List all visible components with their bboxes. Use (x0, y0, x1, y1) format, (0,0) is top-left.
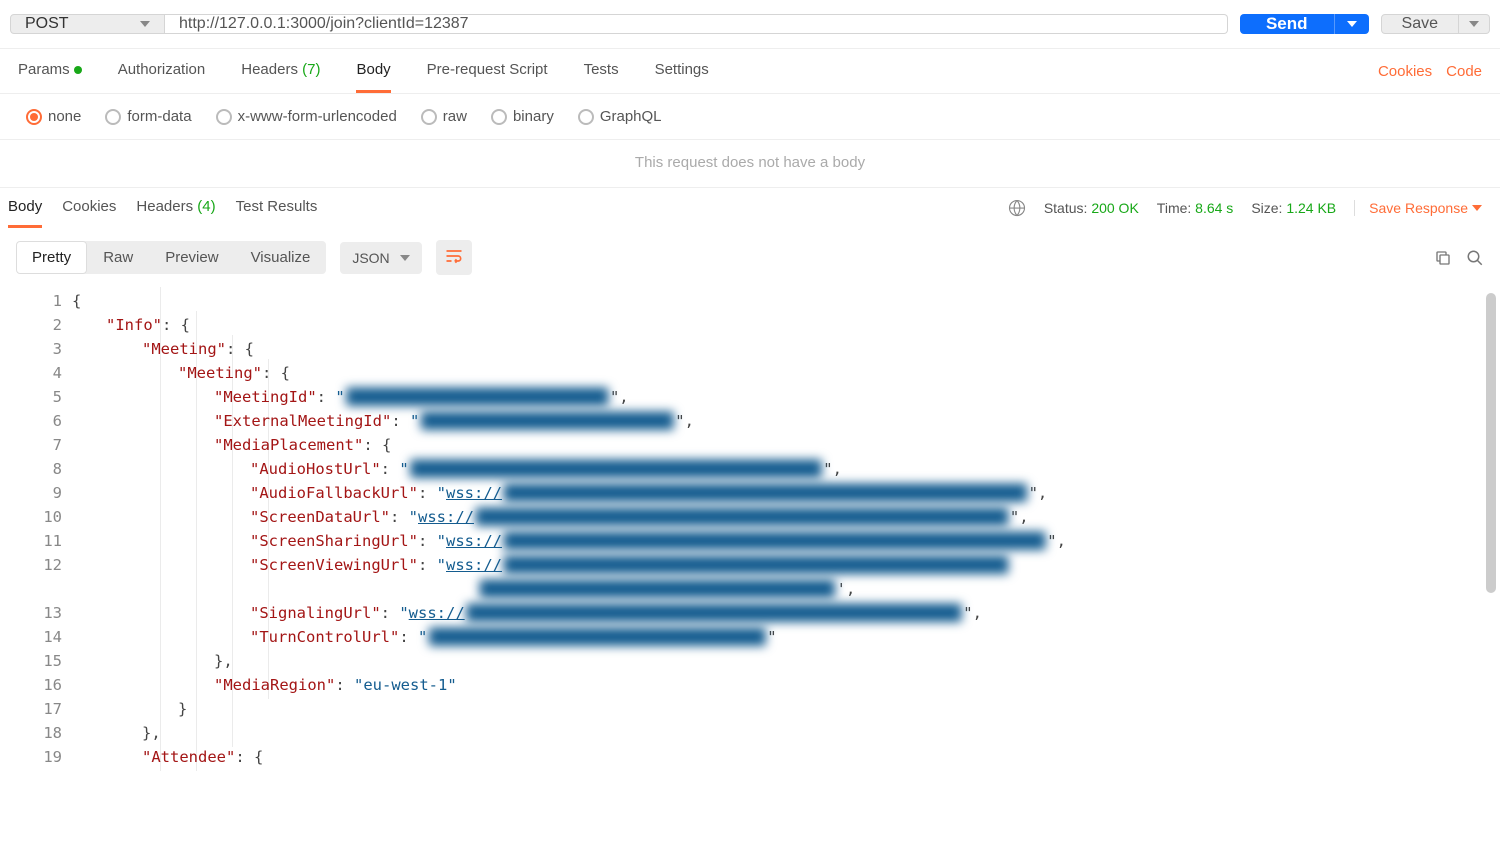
response-body-viewer[interactable]: 12345678910111213141516171819 { "Info": … (0, 287, 1500, 771)
radio-urlencoded[interactable]: x-www-form-urlencoded (216, 108, 397, 125)
tab-params[interactable]: Params (18, 49, 82, 93)
radio-icon (26, 109, 42, 125)
view-mode-segment: Pretty Raw Preview Visualize (16, 241, 326, 274)
tab-body[interactable]: Body (356, 49, 390, 93)
viewer-toolbar: Pretty Raw Preview Visualize JSON (0, 228, 1500, 287)
size[interactable]: Size: 1.24 KB (1251, 200, 1336, 216)
dot-icon (74, 66, 82, 74)
radio-raw[interactable]: raw (421, 108, 467, 125)
seg-raw[interactable]: Raw (87, 241, 149, 274)
wrap-icon (444, 246, 464, 266)
copy-icon[interactable] (1434, 249, 1452, 267)
tab-headers[interactable]: Headers (7) (241, 49, 320, 93)
code-line: "AudioHostUrl": "███████████████████████… (72, 457, 1500, 481)
send-group: Send (1240, 14, 1369, 34)
save-response-button[interactable]: Save Response (1354, 200, 1482, 216)
resp-tab-body[interactable]: Body (8, 188, 42, 228)
tab-tests[interactable]: Tests (584, 49, 619, 93)
radio-form-data[interactable]: form-data (105, 108, 191, 125)
tab-prerequest[interactable]: Pre-request Script (427, 49, 548, 93)
tab-authorization[interactable]: Authorization (118, 49, 206, 93)
code-line: "TurnControlUrl": "█████████████████████… (72, 625, 1500, 649)
code-line: "ScreenViewingUrl": "wss://█████████████… (72, 553, 1500, 601)
method-value: POST (25, 15, 69, 33)
scrollbar-thumb[interactable] (1486, 293, 1496, 593)
chevron-down-icon (400, 255, 410, 261)
search-icon[interactable] (1466, 249, 1484, 267)
code-line: "SignalingUrl": "wss://█████████████████… (72, 601, 1500, 625)
resp-tab-cookies[interactable]: Cookies (62, 188, 116, 228)
url-field-wrap (165, 14, 1228, 34)
radio-binary[interactable]: binary (491, 108, 554, 125)
code-line: "ScreenSharingUrl": "wss://█████████████… (72, 529, 1500, 553)
code-line: "AudioFallbackUrl": "wss://█████████████… (72, 481, 1500, 505)
save-dropdown[interactable] (1459, 14, 1490, 34)
viewer-toolbar-right (1434, 249, 1484, 267)
cookies-link[interactable]: Cookies (1378, 51, 1432, 92)
code-line: "Meeting": { (72, 337, 1500, 361)
method-select[interactable]: POST (10, 14, 165, 34)
radio-none[interactable]: none (26, 108, 81, 125)
request-tabs: Params Authorization Headers (7) Body Pr… (18, 49, 709, 93)
radio-icon (216, 109, 232, 125)
no-body-message: This request does not have a body (0, 140, 1500, 188)
wrap-lines-button[interactable] (436, 240, 472, 275)
tab-settings[interactable]: Settings (655, 49, 709, 93)
resp-tab-headers[interactable]: Headers (4) (136, 188, 215, 228)
save-group: Save (1381, 14, 1490, 34)
chevron-down-icon (1347, 21, 1357, 27)
code-line: "Info": { (72, 313, 1500, 337)
radio-icon (105, 109, 121, 125)
code-line: }, (72, 721, 1500, 745)
code-line: "ExternalMeetingId": "██████████████████… (72, 409, 1500, 433)
code-link[interactable]: Code (1446, 51, 1482, 92)
format-select[interactable]: JSON (340, 242, 421, 274)
status[interactable]: Status: 200 OK (1044, 200, 1139, 216)
seg-pretty[interactable]: Pretty (16, 241, 87, 274)
radio-icon (421, 109, 437, 125)
globe-icon[interactable] (1008, 199, 1026, 217)
code-lines: { "Info": { "Meeting": { "Meeting": { "M… (72, 287, 1500, 771)
line-gutter: 12345678910111213141516171819 (0, 287, 72, 771)
code-line: } (72, 697, 1500, 721)
request-tabs-row: Params Authorization Headers (7) Body Pr… (0, 49, 1500, 94)
code-line: "Attendee": { (72, 745, 1500, 769)
seg-preview[interactable]: Preview (149, 241, 234, 274)
radio-icon (491, 109, 507, 125)
body-type-row: none form-data x-www-form-urlencoded raw… (0, 94, 1500, 140)
chevron-down-icon (1469, 21, 1479, 27)
response-header-row: Body Cookies Headers (4) Test Results St… (0, 188, 1500, 228)
save-button[interactable]: Save (1381, 14, 1459, 34)
code-line: "Meeting": { (72, 361, 1500, 385)
send-dropdown[interactable] (1334, 14, 1369, 34)
code-line: "ScreenDataUrl": "wss://████████████████… (72, 505, 1500, 529)
seg-visualize[interactable]: Visualize (235, 241, 327, 274)
time[interactable]: Time: 8.64 s (1157, 200, 1234, 216)
code-line: { (72, 289, 1500, 313)
code-line: }, (72, 649, 1500, 673)
right-links: Cookies Code (1378, 49, 1482, 93)
code-line: "MediaPlacement": { (72, 433, 1500, 457)
radio-graphql[interactable]: GraphQL (578, 108, 662, 125)
scrollbar[interactable] (1486, 287, 1496, 771)
response-tabs: Body Cookies Headers (4) Test Results (8, 188, 317, 228)
radio-icon (578, 109, 594, 125)
chevron-down-icon (140, 21, 150, 27)
url-input[interactable] (179, 15, 1213, 33)
request-bar: POST Send Save (0, 0, 1500, 49)
chevron-down-icon (1472, 205, 1482, 211)
resp-tab-test-results[interactable]: Test Results (236, 188, 318, 228)
send-button[interactable]: Send (1240, 14, 1334, 34)
response-meta: Status: 200 OK Time: 8.64 s Size: 1.24 K… (1008, 199, 1482, 217)
code-line: "MediaRegion": "eu-west-1" (72, 673, 1500, 697)
code-line: "MeetingId": "██████████████████████████… (72, 385, 1500, 409)
